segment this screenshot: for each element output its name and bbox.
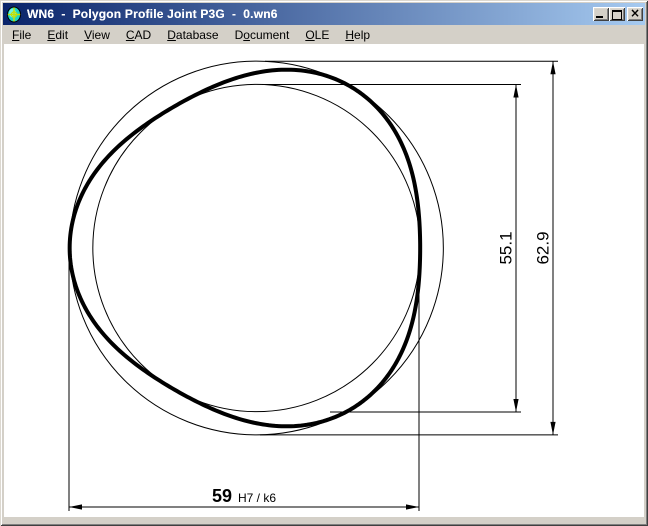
menu-item-document[interactable]: Document — [227, 26, 298, 45]
window-controls: × — [593, 7, 643, 21]
window-title: WN6 - Polygon Profile Joint P3G - 0.wn6 — [27, 7, 593, 21]
menu-item-view[interactable]: View — [76, 26, 118, 45]
maximize-icon — [612, 10, 622, 20]
menu-item-help[interactable]: Help — [337, 26, 378, 45]
maximize-button[interactable] — [609, 7, 625, 21]
app-window: WN6 - Polygon Profile Joint P3G - 0.wn6 … — [0, 0, 648, 526]
minimize-icon — [596, 16, 603, 18]
menu-item-file[interactable]: File — [4, 26, 39, 45]
menu-item-edit[interactable]: Edit — [39, 26, 76, 45]
menu-item-database[interactable]: Database — [159, 26, 226, 45]
close-icon: × — [627, 7, 643, 21]
menu-item-ole[interactable]: OLE — [297, 26, 337, 45]
close-button[interactable]: × — [627, 7, 643, 21]
drawing-canvas[interactable] — [4, 44, 644, 517]
minimize-button[interactable] — [593, 7, 609, 21]
app-icon — [5, 5, 23, 23]
title-bar[interactable]: WN6 - Polygon Profile Joint P3G - 0.wn6 … — [3, 3, 645, 25]
menu-item-cad[interactable]: CAD — [118, 26, 159, 45]
menu-bar: FileEditViewCADDatabaseDocumentOLEHelp — [4, 26, 644, 44]
